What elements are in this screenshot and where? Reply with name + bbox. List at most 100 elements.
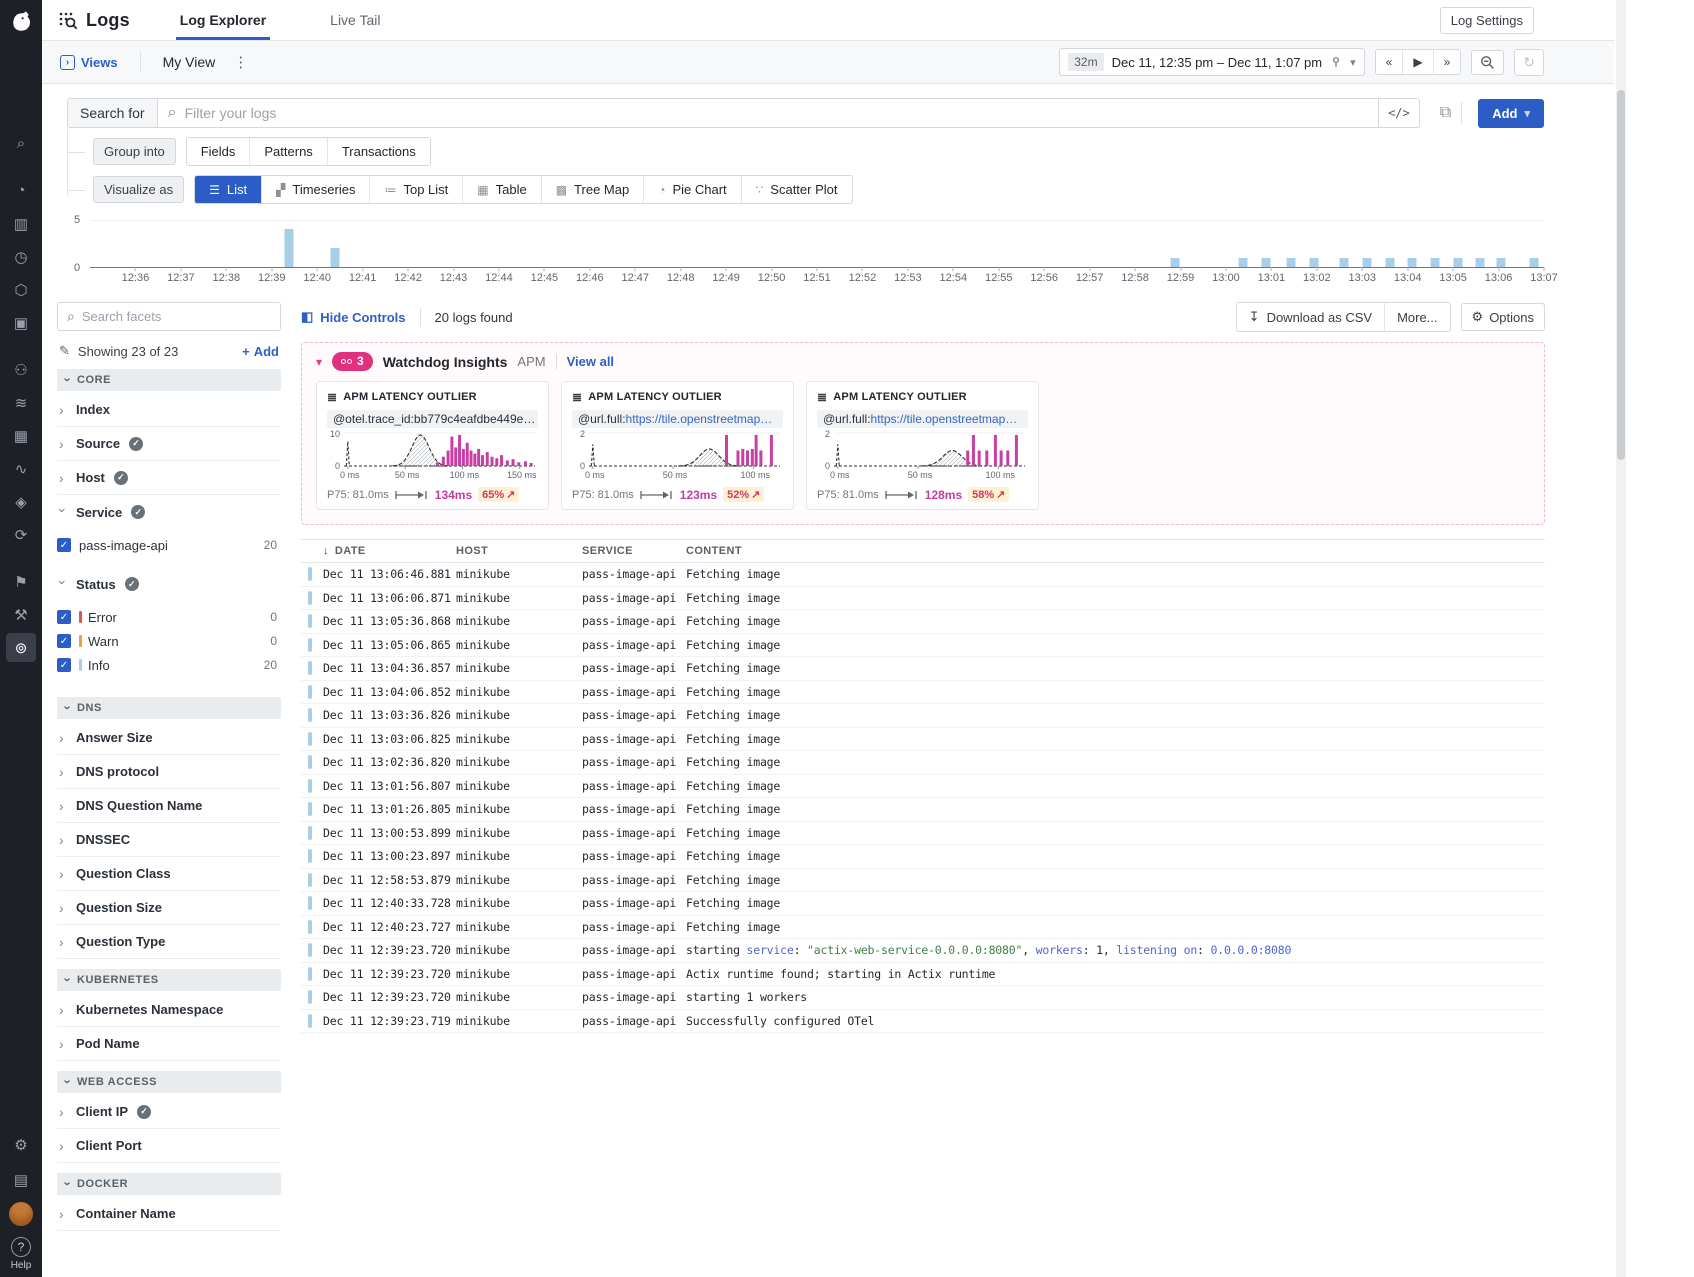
facet-item-client-ip[interactable]: ›Client IP✓ xyxy=(57,1095,281,1129)
infrastructure-icon[interactable]: ⬡ xyxy=(6,275,36,304)
visualize-as-pie-chart[interactable]: ◔Pie Chart xyxy=(644,176,741,203)
logs-icon[interactable]: ⊚ xyxy=(6,633,36,662)
vertical-scrollbar[interactable] xyxy=(1616,0,1626,1277)
facet-item-kubernetes-namespace[interactable]: ›Kubernetes Namespace xyxy=(57,993,281,1027)
pipelines-icon[interactable]: ≋ xyxy=(6,388,36,417)
facet-value-error[interactable]: ✓Error0 xyxy=(57,605,281,629)
facet-value-info[interactable]: ✓Info20 xyxy=(57,653,281,677)
histogram-bar[interactable] xyxy=(1286,258,1295,267)
log-table-row[interactable]: Dec 11 12:39:23.720minikubepass-image-ap… xyxy=(301,963,1545,987)
download-csv-button[interactable]: ↧ Download as CSV xyxy=(1237,303,1385,331)
service-management-icon[interactable]: ⚒ xyxy=(6,600,36,629)
log-table-row[interactable]: Dec 11 12:40:23.727minikubepass-image-ap… xyxy=(301,916,1545,940)
facet-group-header-web-access[interactable]: ›WEB ACCESS xyxy=(57,1071,281,1093)
checkbox-checked[interactable]: ✓ xyxy=(57,610,71,624)
hide-controls-button[interactable]: ◧ Hide Controls xyxy=(301,309,406,325)
group-into-transactions[interactable]: Transactions xyxy=(328,138,430,165)
visualize-as-top-list[interactable]: ≔Top List xyxy=(370,176,463,203)
watchdog-insight-card[interactable]: ≣APM LATENCY OUTLIER@otel.trace_id:bb779… xyxy=(316,381,549,510)
visualize-as-timeseries[interactable]: ▞Timeseries xyxy=(262,176,370,203)
histogram-bar[interactable] xyxy=(1529,258,1538,267)
edit-facets-icon[interactable]: ✎ xyxy=(59,343,70,359)
tab-live-tail[interactable]: Live Tail xyxy=(326,0,384,40)
facet-item-answer-size[interactable]: ›Answer Size xyxy=(57,721,281,755)
time-forward-button[interactable]: » xyxy=(1434,50,1461,74)
integrations-icon[interactable]: ∿ xyxy=(6,454,36,483)
histogram-bar[interactable] xyxy=(1476,258,1485,267)
zoom-out-button[interactable] xyxy=(1471,50,1504,75)
facet-item-container-name[interactable]: ›Container Name xyxy=(57,1197,281,1231)
facet-search-input[interactable] xyxy=(82,309,271,324)
watchdog-count-badge[interactable]: 3 xyxy=(332,352,373,371)
collapse-chevron-icon[interactable]: ▾ xyxy=(316,355,322,369)
user-avatar[interactable] xyxy=(9,1202,33,1226)
column-header-host[interactable]: HOST xyxy=(456,545,582,557)
watchdog-icon[interactable]: ◔ xyxy=(6,176,36,205)
histogram-bar[interactable] xyxy=(1261,258,1270,267)
facet-item-host[interactable]: ›Host✓ xyxy=(57,461,281,495)
histogram-bar[interactable] xyxy=(1171,258,1180,267)
log-settings-button[interactable]: Log Settings xyxy=(1440,7,1534,34)
metrics-icon[interactable]: ▥ xyxy=(6,209,36,238)
log-table-row[interactable]: Dec 11 13:00:23.897minikubepass-image-ap… xyxy=(301,845,1545,869)
insight-query-chip[interactable]: @url.full:https://tile.openstreetmap… xyxy=(572,410,783,428)
facet-item-dns-protocol[interactable]: ›DNS protocol xyxy=(57,755,281,789)
view-all-link[interactable]: View all xyxy=(567,354,614,369)
histogram-plot[interactable]: 5 0 xyxy=(90,220,1544,268)
tab-log-explorer[interactable]: Log Explorer xyxy=(176,0,270,40)
synthetics-icon[interactable]: ⚑ xyxy=(6,567,36,596)
copy-icon[interactable]: ⧉ xyxy=(1440,104,1451,122)
facet-item-question-size[interactable]: ›Question Size xyxy=(57,891,281,925)
log-table-row[interactable]: Dec 11 13:03:06.825minikubepass-image-ap… xyxy=(301,728,1545,752)
log-table-row[interactable]: Dec 11 13:03:36.826minikubepass-image-ap… xyxy=(301,704,1545,728)
histogram-bar[interactable] xyxy=(1408,258,1417,267)
column-header-service[interactable]: SERVICE xyxy=(582,545,686,557)
search-icon[interactable]: ⌕ xyxy=(6,129,36,158)
histogram-bar[interactable] xyxy=(1340,258,1349,267)
log-table-row[interactable]: Dec 11 13:01:26.805minikubepass-image-ap… xyxy=(301,798,1545,822)
log-table-row[interactable]: Dec 11 13:05:06.865minikubepass-image-ap… xyxy=(301,634,1545,658)
log-table-row[interactable]: Dec 11 13:06:06.871minikubepass-image-ap… xyxy=(301,587,1545,611)
log-table-row[interactable]: Dec 11 12:58:53.879minikubepass-image-ap… xyxy=(301,869,1545,893)
group-into-patterns[interactable]: Patterns xyxy=(250,138,327,165)
histogram-bar[interactable] xyxy=(1453,258,1462,267)
facet-item-pod-name[interactable]: ›Pod Name xyxy=(57,1027,281,1061)
help-icon[interactable]: ? xyxy=(11,1237,31,1257)
facet-item-question-class[interactable]: ›Question Class xyxy=(57,857,281,891)
options-button[interactable]: ⚙ Options xyxy=(1461,303,1545,331)
group-into-fields[interactable]: Fields xyxy=(187,138,251,165)
column-header-date[interactable]: ↓DATE xyxy=(323,545,456,557)
histogram-bar[interactable] xyxy=(1430,258,1439,267)
facet-value-warn[interactable]: ✓Warn0 xyxy=(57,629,281,653)
time-play-button[interactable]: ▶ xyxy=(1403,50,1433,74)
log-volume-histogram[interactable]: 5 0 12:3612:3712:3812:3912:4012:4112:421… xyxy=(90,214,1544,286)
log-table-row[interactable]: Dec 11 12:40:33.728minikubepass-image-ap… xyxy=(301,892,1545,916)
log-search-input[interactable] xyxy=(185,105,1369,121)
log-table-row[interactable]: Dec 11 13:06:46.881minikubepass-image-ap… xyxy=(301,563,1545,587)
views-button[interactable]: › Views xyxy=(60,55,118,70)
facet-item-dnssec[interactable]: ›DNSSEC xyxy=(57,823,281,857)
column-header-content[interactable]: CONTENT xyxy=(686,545,1545,557)
facet-item-dns-question-name[interactable]: ›DNS Question Name xyxy=(57,789,281,823)
ci-icon[interactable]: ⟳ xyxy=(6,520,36,549)
log-table-row[interactable]: Dec 11 12:39:23.720minikubepass-image-ap… xyxy=(301,986,1545,1010)
facet-group-header-kubernetes[interactable]: ›KUBERNETES xyxy=(57,969,281,991)
monitors-icon[interactable]: ◷ xyxy=(6,242,36,271)
rum-icon[interactable]: ⚇ xyxy=(6,355,36,384)
facet-item-index[interactable]: ›Index xyxy=(57,393,281,427)
watchdog-insight-card[interactable]: ≣APM LATENCY OUTLIER@url.full:https://ti… xyxy=(806,381,1039,510)
checkbox-checked[interactable]: ✓ xyxy=(57,538,71,552)
histogram-bar[interactable] xyxy=(1496,258,1505,267)
log-table-row[interactable]: Dec 11 12:39:23.720minikubepass-image-ap… xyxy=(301,939,1545,963)
scrollbar-thumb[interactable] xyxy=(1617,90,1625,460)
log-table-row[interactable]: Dec 11 13:05:36.868minikubepass-image-ap… xyxy=(301,610,1545,634)
containers-icon[interactable]: ▣ xyxy=(6,308,36,337)
facet-item-client-port[interactable]: ›Client Port xyxy=(57,1129,281,1163)
log-table-row[interactable]: Dec 11 13:04:06.852minikubepass-image-ap… xyxy=(301,681,1545,705)
add-button[interactable]: Add ▾ xyxy=(1478,99,1544,128)
histogram-bar[interactable] xyxy=(285,229,294,267)
settings-icon[interactable]: ⚙ xyxy=(6,1130,36,1159)
histogram-bar[interactable] xyxy=(1385,258,1394,267)
log-table-row[interactable]: Dec 11 12:39:23.719minikubepass-image-ap… xyxy=(301,1010,1545,1034)
watchdog-insight-card[interactable]: ≣APM LATENCY OUTLIER@url.full:https://ti… xyxy=(561,381,794,510)
